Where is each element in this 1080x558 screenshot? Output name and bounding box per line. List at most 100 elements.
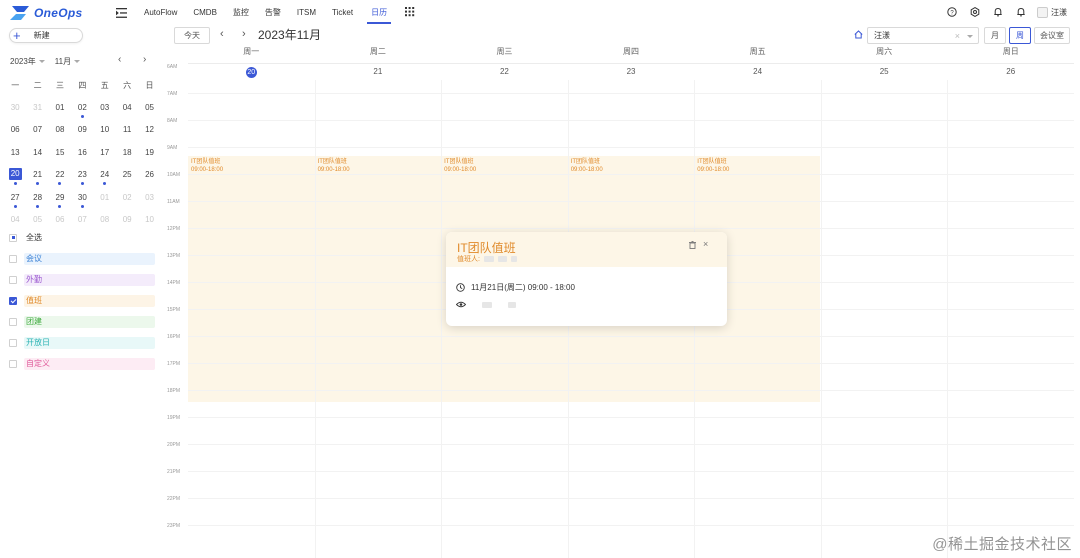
delete-icon[interactable] [689,241,696,251]
filter-checkbox[interactable] [9,275,17,284]
mini-calendar-day[interactable]: 18 [116,145,138,168]
chevron-right-icon[interactable]: › [143,55,155,65]
notification-icon[interactable] [1014,6,1027,19]
filter-item[interactable]: 会议 [9,252,155,265]
mini-calendar-day[interactable]: 19 [138,145,160,168]
mini-calendar-day[interactable]: 07 [26,122,48,145]
chevron-down-icon[interactable] [967,35,973,38]
nav-item-1[interactable]: CMDB [191,0,219,24]
date-header-cell[interactable]: 26 [947,64,1074,79]
settings-icon[interactable] [968,6,981,19]
mini-calendar-day[interactable]: 25 [116,167,138,190]
weekday-header-cell: 周五 [749,47,766,56]
new-event-button[interactable]: + 新建 [9,28,83,43]
mini-calendar-day[interactable]: 28 [26,190,48,213]
mini-calendar-day[interactable]: 04 [116,100,138,123]
mini-calendar-day[interactable]: 10 [94,122,116,145]
mini-calendar-day[interactable]: 17 [94,145,116,168]
event-card[interactable]: IT团队值班 09:00-18:00 [315,156,441,186]
person-select[interactable]: 汪漾 × [867,27,979,44]
mini-calendar-day[interactable]: 02 [116,190,138,213]
mini-calendar-day[interactable]: 06 [4,122,26,145]
nav-item-5[interactable]: Ticket [330,0,355,24]
app-logo[interactable]: OneOps [9,5,82,21]
date-header-cell[interactable]: 22 [441,64,568,79]
date-header-cell[interactable]: 23 [568,64,695,79]
nav-item-2[interactable]: 监控 [231,0,251,24]
user-name[interactable]: 汪漾 [1051,7,1067,18]
mini-calendar-day[interactable]: 03 [138,190,160,213]
mini-calendar-day[interactable]: 05 [138,100,160,123]
mini-calendar-day[interactable]: 03 [94,100,116,123]
event-card[interactable]: IT团队值班 09:00-18:00 [694,156,820,186]
date-header-cell[interactable]: 20 [188,64,315,79]
bell-icon[interactable] [991,6,1004,19]
help-icon[interactable]: ? [945,6,958,19]
mini-calendar-day[interactable]: 24 [94,167,116,190]
next-week-icon[interactable]: › [242,28,246,41]
mini-calendar-day[interactable]: 22 [49,167,71,190]
mini-calendar-day[interactable]: 21 [26,167,48,190]
apps-grid-icon[interactable] [405,7,415,17]
time-label: 19PM [167,415,181,421]
chevron-left-icon[interactable]: ‹ [118,55,130,65]
clear-icon[interactable]: × [955,31,960,41]
filter-item[interactable]: 团建 [9,315,155,328]
day-number: 20 [8,168,22,180]
nav-item-0[interactable]: AutoFlow [142,0,179,24]
filter-item[interactable]: 开放日 [9,336,155,349]
filter-checkbox[interactable] [9,317,17,326]
prev-week-icon[interactable]: ‹ [220,28,224,41]
mini-calendar-day[interactable]: 27 [4,190,26,213]
mini-calendar-day[interactable]: 30 [71,190,93,213]
user-avatar[interactable] [1037,6,1048,18]
date-header-cell[interactable]: 24 [694,64,821,79]
date-header-cell[interactable]: 25 [821,64,948,79]
event-card[interactable]: IT团队值班 09:00-18:00 [568,156,694,186]
day-number: 06 [10,125,20,134]
mini-calendar-day[interactable]: 20 [4,167,26,190]
year-select[interactable]: 2023年 [10,56,45,67]
filter-item[interactable]: 值班 [9,294,155,307]
filter-checkbox[interactable] [9,338,17,347]
month-select[interactable]: 11月 [55,56,81,67]
mini-calendar-day[interactable]: 16 [71,145,93,168]
nav-item-6[interactable]: 日历 [367,0,392,24]
view-button-0[interactable]: 月 [984,27,1006,44]
filter-checkbox[interactable] [9,233,17,242]
mini-calendar-day[interactable]: 30 [4,100,26,123]
mini-calendar-day[interactable]: 14 [26,145,48,168]
nav-item-3[interactable]: 告警 [263,0,283,24]
mini-calendar-day[interactable]: 01 [49,100,71,123]
time-label: 16PM [167,334,181,340]
filter-item[interactable]: 外勤 [9,273,155,286]
nav-item-4[interactable]: ITSM [295,0,318,24]
mini-calendar-day[interactable]: 23 [71,167,93,190]
mini-calendar-day[interactable]: 26 [138,167,160,190]
view-button-2[interactable]: 会议室 [1034,27,1070,44]
filter-checkbox[interactable] [9,254,17,263]
close-icon[interactable]: × [703,239,708,249]
filter-checkbox[interactable] [9,296,17,305]
filter-item[interactable]: 全选 [9,231,155,244]
mini-calendar-day[interactable]: 29 [49,190,71,213]
mini-calendar-day[interactable]: 11 [116,122,138,145]
date-header-cell[interactable]: 21 [315,64,442,79]
calendar-toolbar: 今天 ‹ › 2023年11月 汪漾 × 月周会议室 [174,27,1080,47]
event-card[interactable]: IT团队值班 09:00-18:00 [188,156,314,186]
mini-calendar-day[interactable]: 09 [71,122,93,145]
menu-fold-icon[interactable] [116,8,127,18]
mini-calendar-day[interactable]: 08 [49,122,71,145]
mini-calendar-day[interactable]: 12 [138,122,160,145]
filter-checkbox[interactable] [9,359,17,368]
clock-icon [456,283,465,292]
today-button[interactable]: 今天 [174,27,210,44]
mini-calendar-day[interactable]: 02 [71,100,93,123]
mini-calendar-day[interactable]: 13 [4,145,26,168]
event-card[interactable]: IT团队值班 09:00-18:00 [441,156,567,186]
view-button-1[interactable]: 周 [1009,27,1031,44]
mini-calendar-day[interactable]: 01 [94,190,116,213]
mini-calendar-day[interactable]: 15 [49,145,71,168]
mini-calendar-day[interactable]: 31 [26,100,48,123]
filter-item[interactable]: 自定义 [9,357,155,370]
